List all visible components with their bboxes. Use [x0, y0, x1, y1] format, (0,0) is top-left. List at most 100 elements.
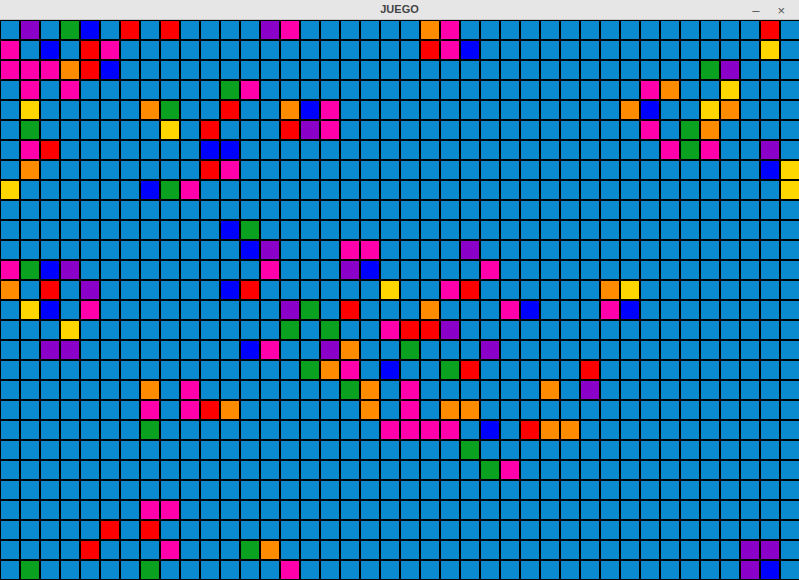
board-cell[interactable] — [441, 341, 459, 359]
board-cell[interactable] — [421, 501, 439, 519]
board-cell[interactable] — [701, 321, 719, 339]
board-cell[interactable] — [661, 121, 679, 139]
board-cell[interactable] — [561, 301, 579, 319]
board-cell[interactable] — [141, 381, 159, 399]
board-cell[interactable] — [361, 161, 379, 179]
board-cell[interactable] — [141, 101, 159, 119]
board-cell[interactable] — [361, 61, 379, 79]
board-cell[interactable] — [741, 441, 759, 459]
board-cell[interactable] — [561, 41, 579, 59]
board-cell[interactable] — [501, 61, 519, 79]
board-cell[interactable] — [681, 301, 699, 319]
board-cell[interactable] — [501, 381, 519, 399]
board-cell[interactable] — [601, 181, 619, 199]
board-cell[interactable] — [121, 321, 139, 339]
board-cell[interactable] — [541, 41, 559, 59]
board-cell[interactable] — [641, 41, 659, 59]
board-cell[interactable] — [721, 401, 739, 419]
board-cell[interactable] — [41, 421, 59, 439]
board-cell[interactable] — [461, 81, 479, 99]
board-cell[interactable] — [521, 241, 539, 259]
board-cell[interactable] — [361, 341, 379, 359]
board-cell[interactable] — [181, 61, 199, 79]
board-cell[interactable] — [761, 381, 779, 399]
board-cell[interactable] — [301, 301, 319, 319]
board-cell[interactable] — [81, 161, 99, 179]
board-cell[interactable] — [781, 181, 799, 199]
board-cell[interactable] — [1, 121, 19, 139]
board-cell[interactable] — [381, 361, 399, 379]
board-cell[interactable] — [761, 81, 779, 99]
board-cell[interactable] — [221, 281, 239, 299]
board-cell[interactable] — [281, 401, 299, 419]
board-cell[interactable] — [381, 81, 399, 99]
board-cell[interactable] — [461, 121, 479, 139]
board-cell[interactable] — [741, 181, 759, 199]
board-cell[interactable] — [621, 41, 639, 59]
board-cell[interactable] — [721, 441, 739, 459]
board-cell[interactable] — [321, 501, 339, 519]
board-cell[interactable] — [521, 521, 539, 539]
board-cell[interactable] — [761, 361, 779, 379]
board-cell[interactable] — [101, 161, 119, 179]
board-cell[interactable] — [361, 261, 379, 279]
board-cell[interactable] — [161, 481, 179, 499]
board-cell[interactable] — [481, 121, 499, 139]
board-cell[interactable] — [561, 381, 579, 399]
board-cell[interactable] — [501, 281, 519, 299]
board-cell[interactable] — [201, 501, 219, 519]
board-cell[interactable] — [741, 321, 759, 339]
board-cell[interactable] — [441, 321, 459, 339]
board-cell[interactable] — [541, 281, 559, 299]
board-cell[interactable] — [581, 441, 599, 459]
board-cell[interactable] — [241, 181, 259, 199]
board-cell[interactable] — [501, 301, 519, 319]
board-cell[interactable] — [1, 521, 19, 539]
board-cell[interactable] — [581, 381, 599, 399]
board-cell[interactable] — [221, 301, 239, 319]
board-cell[interactable] — [421, 101, 439, 119]
board-cell[interactable] — [301, 141, 319, 159]
board-cell[interactable] — [161, 121, 179, 139]
board-cell[interactable] — [281, 541, 299, 559]
board-cell[interactable] — [81, 221, 99, 239]
board-cell[interactable] — [421, 381, 439, 399]
board-cell[interactable] — [541, 441, 559, 459]
board-cell[interactable] — [581, 361, 599, 379]
board-cell[interactable] — [21, 541, 39, 559]
board-cell[interactable] — [681, 41, 699, 59]
board-cell[interactable] — [321, 341, 339, 359]
board-cell[interactable] — [621, 461, 639, 479]
board-cell[interactable] — [481, 501, 499, 519]
board-cell[interactable] — [681, 241, 699, 259]
board-cell[interactable] — [121, 41, 139, 59]
board-cell[interactable] — [461, 421, 479, 439]
board-cell[interactable] — [301, 481, 319, 499]
board-cell[interactable] — [1, 141, 19, 159]
board-cell[interactable] — [621, 121, 639, 139]
board-cell[interactable] — [381, 461, 399, 479]
board-cell[interactable] — [781, 261, 799, 279]
board-cell[interactable] — [261, 221, 279, 239]
board-cell[interactable] — [761, 41, 779, 59]
board-cell[interactable] — [321, 321, 339, 339]
board-cell[interactable] — [121, 501, 139, 519]
board-cell[interactable] — [341, 321, 359, 339]
board-cell[interactable] — [741, 241, 759, 259]
board-cell[interactable] — [421, 441, 439, 459]
board-cell[interactable] — [441, 241, 459, 259]
board-cell[interactable] — [581, 341, 599, 359]
board-cell[interactable] — [501, 121, 519, 139]
board-cell[interactable] — [641, 561, 659, 579]
board-cell[interactable] — [761, 261, 779, 279]
board-cell[interactable] — [21, 521, 39, 539]
board-cell[interactable] — [41, 121, 59, 139]
board-cell[interactable] — [741, 361, 759, 379]
board-cell[interactable] — [181, 141, 199, 159]
board-cell[interactable] — [661, 161, 679, 179]
board-cell[interactable] — [741, 161, 759, 179]
board-cell[interactable] — [441, 81, 459, 99]
board-cell[interactable] — [621, 301, 639, 319]
board-cell[interactable] — [761, 401, 779, 419]
board-cell[interactable] — [541, 421, 559, 439]
